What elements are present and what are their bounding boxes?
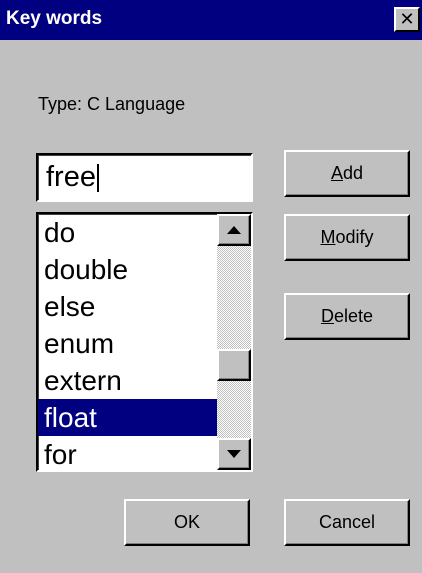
delete-label-rest: elete — [333, 306, 374, 326]
delete-mnemonic: D — [320, 306, 334, 326]
modify-mnemonic: M — [320, 227, 336, 247]
list-item[interactable]: else — [38, 288, 217, 325]
text-caret — [96, 164, 99, 193]
scroll-down-button[interactable] — [217, 438, 251, 470]
keyword-listbox[interactable]: do double else enum extern float for — [36, 212, 253, 472]
list-item[interactable]: extern — [38, 362, 217, 399]
type-label: Type: C Language — [38, 94, 186, 114]
arrow-down-icon — [227, 450, 241, 458]
close-button[interactable]: ✕ — [394, 7, 420, 32]
scroll-up-button[interactable] — [217, 214, 251, 246]
vertical-scrollbar[interactable] — [217, 214, 251, 470]
keyword-input[interactable]: free — [36, 153, 253, 202]
cancel-label: Cancel — [318, 512, 376, 532]
arrow-up-icon — [227, 226, 241, 234]
modify-label-rest: odify — [335, 227, 374, 247]
title-bar[interactable]: Key words ✕ — [0, 0, 422, 40]
modify-button[interactable]: Modify — [284, 214, 410, 261]
cancel-button[interactable]: Cancel — [284, 499, 410, 546]
list-item[interactable]: double — [38, 251, 217, 288]
add-mnemonic: A — [330, 163, 343, 183]
list-item[interactable]: do — [38, 214, 217, 251]
ok-label: OK — [173, 512, 200, 532]
close-icon: ✕ — [399, 8, 415, 30]
scroll-thumb[interactable] — [217, 349, 251, 381]
list-item[interactable]: for — [38, 436, 217, 470]
add-label-rest: dd — [342, 163, 364, 183]
add-button[interactable]: Add — [284, 150, 410, 197]
window-title: Key words — [6, 8, 103, 29]
delete-button[interactable]: Delete — [284, 293, 410, 340]
key-words-dialog: Key words ✕ Type: C Language free do dou… — [0, 0, 422, 573]
ok-button[interactable]: OK — [124, 499, 250, 546]
keyword-input-value: free — [46, 161, 96, 193]
keyword-list-items: do double else enum extern float for — [38, 214, 217, 470]
list-item[interactable]: enum — [38, 325, 217, 362]
list-item-selected[interactable]: float — [38, 399, 217, 436]
